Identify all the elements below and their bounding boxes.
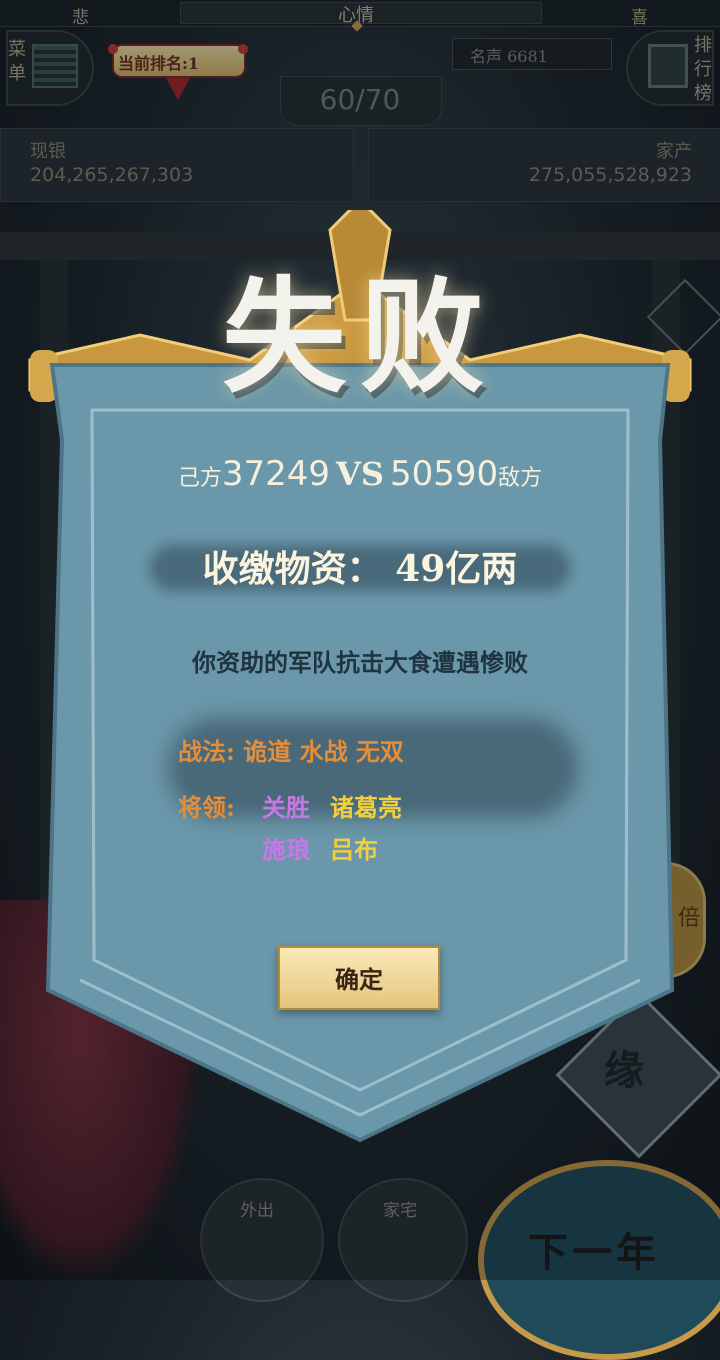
battle-result-message: 你资助的军队抗击大食遭遇惨败 [192, 648, 528, 677]
own-side-label: 己方 [177, 466, 222, 491]
own-score: 37249 [221, 454, 331, 494]
supply-text: 收缴物资： 49亿两 [202, 548, 518, 590]
tactics-label: 战法: [178, 737, 235, 766]
tactics-line: 战法: 诡道 水战 无双 [178, 732, 404, 767]
general-name: 施琅 [262, 835, 310, 864]
general-name: 吕布 [330, 835, 378, 864]
generals-label: 将领: [178, 793, 235, 822]
enemy-score: 50590 [389, 454, 499, 494]
general-name: 关胜 [262, 793, 310, 822]
result-title: 失败 [221, 265, 498, 410]
general-name: 诸葛亮 [330, 793, 402, 822]
enemy-side-label: 敌方 [498, 466, 543, 491]
confirm-label[interactable]: 确定 [278, 960, 440, 995]
vs-label: VS [336, 455, 384, 493]
score-row: 己方37249 VS 50590敌方 [0, 454, 720, 494]
tactics-value: 诡道 水战 无双 [243, 737, 404, 766]
